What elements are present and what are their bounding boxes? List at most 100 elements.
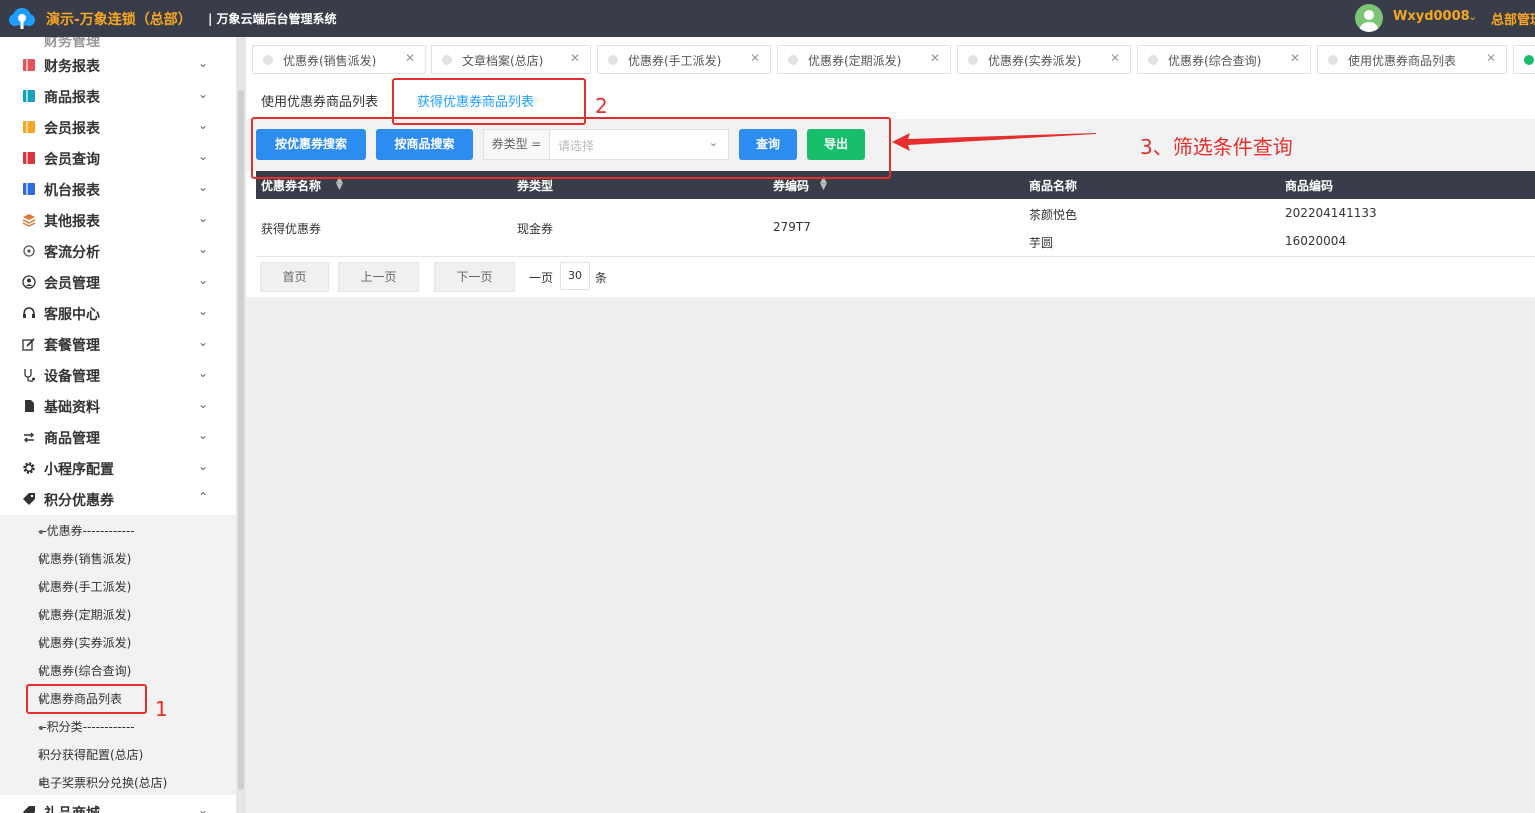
annotation-box-3 [251, 117, 891, 179]
sidebar-item-member-query[interactable]: 会员查询 ⌄ [0, 143, 236, 174]
chevron-down-icon: ⌄ [198, 273, 209, 287]
role-label[interactable]: 总部管理 [1491, 9, 1535, 28]
column-header: 券类型 [517, 179, 554, 193]
tab-coupon-sales[interactable]: 优惠券(销售派发) ✕ [252, 45, 426, 74]
submenu-item[interactable]: 优惠券(定期派发) [0, 601, 236, 627]
chevron-down-icon: ⌄ [198, 397, 209, 411]
tab-used-coupon-goods[interactable]: 使用优惠券商品列表 ✕ [1317, 45, 1507, 74]
file-icon [25, 400, 34, 412]
submenu-item[interactable]: 积分获得配置(总店) [0, 741, 236, 767]
submenu-item-label: 优惠券(销售派发) [38, 552, 132, 566]
sidebar-item-member-management[interactable]: 会员管理 ⌄ [0, 267, 236, 298]
cloud-logo-icon [9, 8, 35, 29]
user-icon [22, 275, 36, 289]
swap-icon [24, 432, 34, 443]
chevron-down-icon: ⌄ [198, 459, 209, 473]
close-icon[interactable]: ✕ [1110, 51, 1120, 65]
sidebar-item-member-report[interactable]: 会员报表 ⌄ [0, 112, 236, 143]
sort-icon[interactable]: ▲ ▼ [820, 176, 827, 192]
prev-page-button[interactable]: 上一页 [338, 262, 419, 292]
close-icon[interactable]: ✕ [405, 51, 415, 65]
chevron-down-icon: ⌄ [198, 56, 209, 70]
next-page-button[interactable]: 下一页 [434, 262, 515, 292]
per-page-suffix: 条 [595, 271, 608, 285]
sidebar-item-goods-report[interactable]: 商品报表 ⌄ [0, 81, 236, 112]
brand-name: 演示-万象连锁（总部） [46, 12, 192, 28]
sidebar-item-finance-report[interactable]: 财务报表 ⌄ [0, 50, 236, 81]
sidebar-item-label: 机台报表 [44, 183, 100, 199]
tab-coupon-physical[interactable]: 优惠券(实券派发) ✕ [957, 45, 1131, 74]
submenu-item[interactable]: 优惠券(实券派发) [0, 629, 236, 655]
sidebar-item-customer-service[interactable]: 客服中心 ⌄ [0, 298, 236, 329]
per-page-input[interactable]: 30 [560, 262, 590, 290]
sidebar-scrollbar-thumb[interactable] [238, 90, 244, 790]
tab-active-partial[interactable] [1513, 45, 1535, 74]
sidebar-item-label: 财务报表 [44, 59, 100, 75]
tab-status-dot [263, 55, 273, 65]
sidebar-item-device-management[interactable]: 设备管理 ⌄ [0, 360, 236, 391]
submenu-item-label: 优惠券(定期派发) [38, 608, 132, 622]
submenu-item[interactable]: 优惠券(手工派发) [0, 573, 236, 599]
chevron-down-icon: ⌄ [198, 149, 209, 163]
submenu-item[interactable]: 优惠券(销售派发) [0, 545, 236, 571]
submenu-item-label: 积分获得配置(总店) [38, 748, 144, 762]
chevron-down-icon: ⌄ [198, 366, 209, 380]
avatar[interactable] [1355, 4, 1383, 32]
close-icon[interactable]: ✕ [750, 51, 760, 65]
column-header: 商品编码 [1285, 179, 1334, 193]
sidebar: 财务管理 财务报表 ⌄ 商品报表 ⌄ 会员报表 ⌄ 会员查询 ⌄ 机台报表 ⌄ … [0, 37, 236, 813]
sidebar-item-label: 客流分析 [44, 245, 100, 261]
chevron-down-icon: ⌄ [198, 118, 209, 132]
submenu-item[interactable]: --优惠券------------ [0, 517, 236, 543]
sidebar-item-gift-mall[interactable]: 礼品商城 ⌄ [0, 797, 236, 813]
first-page-button[interactable]: 首页 [260, 262, 329, 292]
tab-coupon-overview[interactable]: 优惠券(综合查询) ✕ [1137, 45, 1311, 74]
sidebar-item-traffic-analysis[interactable]: 客流分析 ⌄ [0, 236, 236, 267]
tab-coupon-manual[interactable]: 优惠券(手工派发) ✕ [597, 45, 771, 74]
sort-icon[interactable]: ▲ ▼ [336, 176, 343, 192]
tab-label: 优惠券(定期派发) [808, 54, 902, 68]
tag-icon [23, 493, 35, 505]
username[interactable]: Wxyd0008 [1393, 9, 1470, 24]
annotation-arrow-icon [892, 133, 1096, 151]
subtab-used-goods[interactable]: 使用优惠券商品列表 [246, 81, 396, 119]
close-icon[interactable]: ✕ [930, 51, 940, 65]
tab-label: 优惠券(综合查询) [1168, 54, 1262, 68]
sidebar-item-basic-data[interactable]: 基础资料 ⌄ [0, 391, 236, 422]
submenu-item[interactable]: --积分类------------ [0, 713, 236, 739]
submenu-item[interactable]: 优惠券(综合查询) [0, 657, 236, 683]
submenu-item-label: 优惠券(综合查询) [38, 664, 132, 678]
tab-label: 优惠券(销售派发) [283, 54, 377, 68]
sidebar-item-miniprogram-config[interactable]: 小程序配置 ⌄ [0, 453, 236, 484]
sidebar-item-other-report[interactable]: 其他报表 ⌄ [0, 205, 236, 236]
machine-report-icon [23, 183, 35, 195]
tab-coupon-scheduled[interactable]: 优惠券(定期派发) ✕ [777, 45, 951, 74]
cell-goods-code: 202204141133 [1285, 206, 1377, 220]
tab-article-archive[interactable]: 文章档案(总店) ✕ [431, 45, 591, 74]
column-header[interactable]: 券编码 [773, 177, 809, 194]
submenu-item-label: --积分类------------ [38, 720, 135, 734]
tab-label: 文章档案(总店) [462, 54, 544, 68]
submenu-item[interactable]: 电子奖票积分兑换(总店) [0, 769, 236, 795]
sidebar-item-label: 会员查询 [44, 152, 100, 168]
sidebar-item-package-management[interactable]: 套餐管理 ⌄ [0, 329, 236, 360]
close-icon[interactable]: ✕ [570, 51, 580, 65]
chevron-down-icon: ⌄ [198, 211, 209, 225]
sidebar-item-goods-management[interactable]: 商品管理 ⌄ [0, 422, 236, 453]
column-header[interactable]: 优惠券名称 [261, 177, 321, 194]
close-icon[interactable]: ✕ [1486, 51, 1496, 65]
table-row[interactable]: 获得优惠券 现金券 279T7 茶颜悦色 202204141133 芋圆 160… [256, 199, 1535, 257]
tab-status-dot [1328, 55, 1338, 65]
empty-area [246, 297, 1535, 813]
cell-coupon-type: 现金券 [517, 222, 554, 236]
annotation-text-3: 3、筛选条件查询 [1140, 135, 1293, 159]
annotation-number-1: 1 [155, 697, 168, 721]
sidebar-item-points-coupon[interactable]: 积分优惠券 ⌃ [0, 484, 236, 515]
per-page-prefix: 一页 [529, 271, 554, 285]
tab-label: 优惠券(实券派发) [988, 54, 1082, 68]
sidebar-item-machine-report[interactable]: 机台报表 ⌄ [0, 174, 236, 205]
close-icon[interactable]: ✕ [1290, 51, 1300, 65]
tab-status-dot [788, 55, 798, 65]
chevron-down-icon[interactable]: ⌄ [1468, 10, 1477, 23]
chevron-up-icon: ⌃ [198, 490, 209, 504]
